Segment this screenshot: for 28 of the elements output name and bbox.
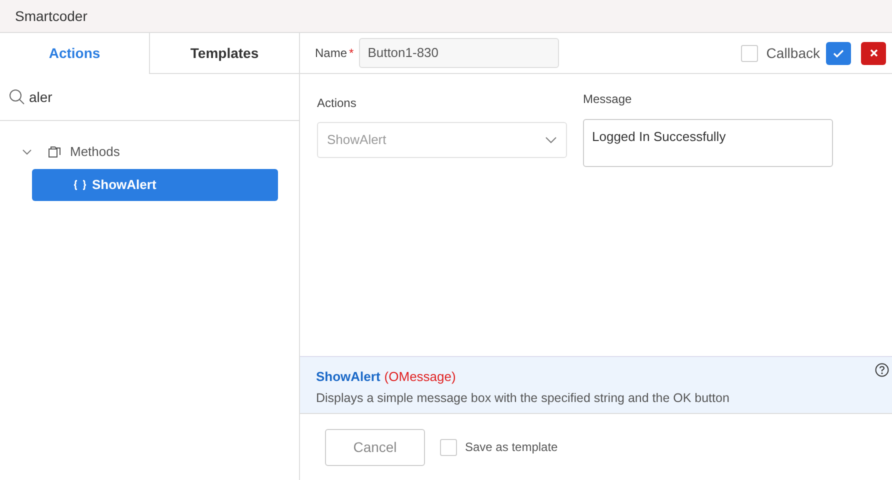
actions-label: Actions <box>317 95 358 112</box>
help-icon[interactable] <box>875 363 889 377</box>
cancel-button[interactable]: Cancel <box>325 428 425 466</box>
search-field[interactable]: aler <box>0 74 299 121</box>
chevron-icon <box>545 136 557 144</box>
title-bar: Smartcoder <box>0 0 892 33</box>
check-icon <box>833 48 844 58</box>
callback-checkbox[interactable] <box>741 44 758 62</box>
braces-icon <box>74 180 86 190</box>
close-button[interactable] <box>861 42 886 64</box>
folder-icon <box>48 146 62 158</box>
tree-item[interactable]: Methods <box>70 142 120 162</box>
confirm-button[interactable] <box>826 42 851 64</box>
close-icon <box>870 49 878 57</box>
name-input[interactable]: Button1-830 <box>358 38 559 68</box>
message-input[interactable]: Logged In Successfully <box>583 119 833 167</box>
save-template-label: Save as template <box>465 439 558 456</box>
search-icon <box>9 89 25 105</box>
save-template-checkbox[interactable] <box>440 438 457 456</box>
tab[interactable]: Templates <box>149 33 299 74</box>
name-label: Name * <box>315 45 354 62</box>
message-label: Message <box>583 91 633 108</box>
method-params: (OMessage) <box>384 368 456 386</box>
chevron-icon[interactable] <box>22 147 32 157</box>
method-name: ShowAlert <box>316 368 380 386</box>
tree-item[interactable]: ShowAlert <box>32 169 278 201</box>
callback-label: Callback <box>766 44 820 62</box>
method-description: Displays a simple message box with the specified string and the OK button <box>316 390 730 407</box>
